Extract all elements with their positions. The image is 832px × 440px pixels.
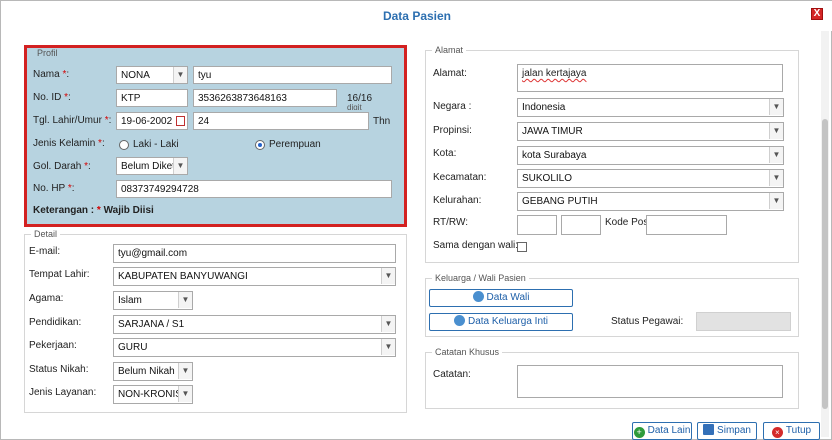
negara-select[interactable]: Indonesia ▼ — [517, 98, 784, 117]
negara-label: Negara : — [433, 101, 472, 112]
chevron-down-icon: ▼ — [178, 363, 192, 379]
agama-label: Agama: — [29, 293, 64, 304]
kode-pos-input[interactable] — [646, 215, 727, 235]
user-icon — [453, 315, 465, 326]
tutup-button[interactable]: × Tutup — [763, 422, 820, 440]
chevron-down-icon: ▼ — [769, 193, 783, 209]
chevron-down-icon: ▼ — [769, 99, 783, 115]
status-nikah-select[interactable]: Belum Nikah ▼ — [113, 362, 193, 381]
chevron-down-icon: ▼ — [381, 339, 395, 355]
simpan-button[interactable]: Simpan — [697, 422, 757, 440]
data-wali-button[interactable]: Data Wali — [429, 289, 573, 307]
tgl-lahir-label: Tgl. Lahir/Umur *: — [33, 115, 112, 126]
chevron-down-icon: ▼ — [178, 292, 192, 308]
nama-prefix-select[interactable]: NONA ▼ — [116, 66, 188, 84]
chevron-down-icon: ▼ — [381, 268, 395, 284]
kota-select[interactable]: kota Surabaya ▼ — [517, 146, 784, 165]
chevron-down-icon: ▼ — [769, 123, 783, 139]
email-label: E-mail: — [29, 246, 61, 257]
status-pegawai-field — [696, 312, 791, 331]
kelurahan-label: Kelurahan: — [433, 195, 482, 206]
chevron-down-icon: ▼ — [769, 147, 783, 163]
vertical-scrollbar[interactable] — [821, 31, 829, 437]
catatan-textarea[interactable] — [517, 365, 783, 398]
alamat-label: Alamat: — [433, 68, 467, 79]
pekerjaan-select[interactable]: GURU ▼ — [113, 338, 396, 357]
profil-legend: Profil — [37, 48, 58, 58]
noid-type-input[interactable]: KTP — [116, 89, 188, 107]
propinsi-select[interactable]: JAWA TIMUR ▼ — [517, 122, 784, 141]
nama-label: Nama *: — [33, 69, 70, 80]
gol-darah-label: Gol. Darah *: — [33, 161, 91, 172]
kelurahan-select[interactable]: GEBANG PUTIH ▼ — [517, 192, 784, 211]
rt-rw-label: RT/RW: — [433, 217, 469, 228]
noid-count-unit: digit — [347, 103, 362, 110]
rt-input[interactable] — [517, 215, 557, 235]
kota-label: Kota: — [433, 148, 457, 159]
gol-darah-select[interactable]: Belum Diketahui ▼ — [116, 157, 188, 175]
close-icon[interactable]: X — [811, 8, 823, 20]
title-bar: Data Pasien X — [1, 1, 832, 31]
pekerjaan-label: Pekerjaan: — [29, 340, 77, 351]
agama-select[interactable]: Islam ▼ — [113, 291, 193, 310]
noid-label: No. ID *: — [33, 92, 71, 103]
status-pegawai-label: Status Pegawai: — [611, 316, 684, 327]
chevron-down-icon: ▼ — [381, 316, 395, 332]
radio-perempuan[interactable] — [255, 140, 265, 150]
tempat-lahir-select[interactable]: KABUPATEN BANYUWANGI ▼ — [113, 267, 396, 286]
profil-section: Profil Nama *: NONA ▼ tyu No. ID *: KTP 3… — [24, 45, 407, 227]
sama-dengan-wali-checkbox[interactable] — [517, 242, 527, 252]
alamat-textarea[interactable]: jalan kertajaya — [517, 64, 783, 92]
detail-legend: Detail — [34, 229, 58, 239]
user-icon — [472, 291, 484, 302]
catatan-label: Catatan: — [433, 369, 471, 380]
no-hp-input[interactable]: 08373749294728 — [116, 180, 392, 198]
nama-input[interactable]: tyu — [193, 66, 392, 84]
kecamatan-label: Kecamatan: — [433, 172, 487, 183]
chevron-down-icon: ▼ — [173, 158, 187, 174]
plus-icon: + — [633, 427, 645, 438]
keterangan-note: Keterangan : * Wajib Diisi — [33, 205, 154, 216]
sama-dengan-wali-label: Sama dengan wali: — [433, 240, 519, 251]
kode-pos-label: Kode Pos — [605, 217, 649, 228]
pendidikan-select[interactable]: SARJANA / S1 ▼ — [113, 315, 396, 334]
keluarga-legend: Keluarga / Wali Pasien — [435, 273, 526, 283]
data-lain-button[interactable]: + Data Lain — [632, 422, 692, 440]
data-pasien-dialog: Data Pasien X Profil Nama *: NONA ▼ tyu N… — [0, 0, 832, 440]
tempat-lahir-label: Tempat Lahir: — [29, 269, 90, 280]
pendidikan-label: Pendidikan: — [29, 317, 82, 328]
radio-laki-laki[interactable] — [119, 140, 129, 150]
chevron-down-icon: ▼ — [178, 386, 192, 402]
jenis-layanan-select[interactable]: NON-KRONIS ▼ — [113, 385, 193, 404]
save-icon — [703, 424, 715, 435]
rw-input[interactable] — [561, 215, 601, 235]
radio-laki-laki-label: Laki - Laki — [133, 139, 179, 150]
data-keluarga-inti-button[interactable]: Data Keluarga Inti — [429, 313, 573, 331]
noid-input[interactable]: 3536263873648163 — [193, 89, 337, 107]
dialog-title: Data Pasien — [382, 9, 452, 23]
umur-input[interactable]: 24 — [193, 112, 369, 130]
propinsi-label: Propinsi: — [433, 125, 472, 136]
radio-perempuan-label: Perempuan — [269, 139, 321, 150]
jenis-layanan-label: Jenis Layanan: — [29, 387, 97, 398]
chevron-down-icon: ▼ — [173, 67, 187, 83]
alamat-legend: Alamat — [435, 45, 464, 55]
email-input[interactable]: tyu@gmail.com — [113, 244, 396, 263]
kecamatan-select[interactable]: SUKOLILO ▼ — [517, 169, 784, 188]
catatan-legend: Catatan Khusus — [435, 347, 500, 357]
umur-unit: Thn — [373, 116, 391, 127]
tgl-lahir-input[interactable]: 19-06-2002 — [116, 112, 188, 130]
status-nikah-label: Status Nikah: — [29, 364, 89, 375]
calendar-icon[interactable] — [176, 116, 185, 126]
close-icon: × — [771, 427, 783, 438]
scrollbar-thumb[interactable] — [822, 119, 828, 409]
no-hp-label: No. HP *: — [33, 183, 75, 194]
chevron-down-icon: ▼ — [769, 170, 783, 186]
jenis-kelamin-label: Jenis Kelamin *: — [33, 138, 105, 149]
